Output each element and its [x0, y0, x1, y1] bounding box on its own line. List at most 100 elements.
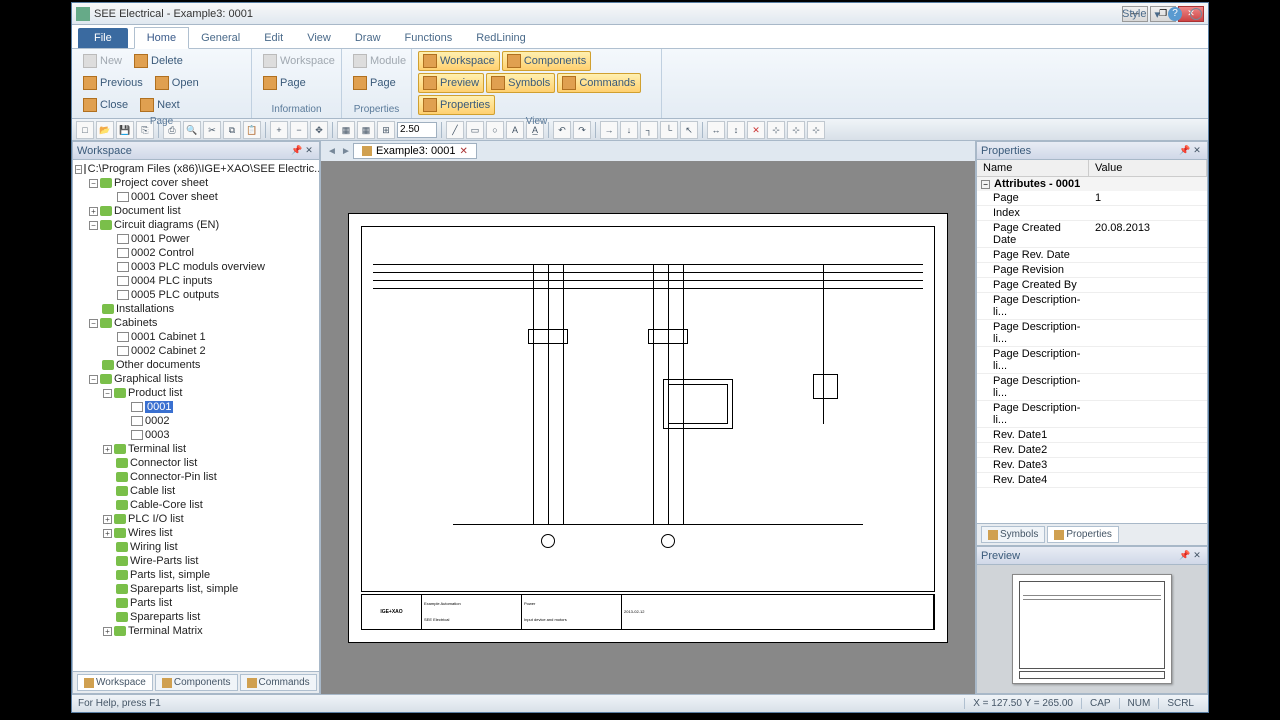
property-row[interactable]: Page Description-li... — [977, 320, 1207, 347]
tab-file[interactable]: File — [78, 28, 128, 48]
delete-button[interactable]: Delete — [129, 51, 188, 71]
close-icon[interactable]: ✕ — [1191, 550, 1203, 562]
expand-icon[interactable]: − — [89, 179, 98, 188]
tool-snap1[interactable]: ⊹ — [767, 121, 785, 139]
close-icon[interactable]: ✕ — [1191, 145, 1203, 157]
ws-tab-workspace[interactable]: Workspace — [77, 674, 153, 691]
ws-tab-components[interactable]: Components — [155, 674, 238, 691]
tool-dim2[interactable]: ↕ — [727, 121, 745, 139]
tool-grid2[interactable]: ▦ — [357, 121, 375, 139]
property-row[interactable]: Page Description-li... — [977, 347, 1207, 374]
tab-properties[interactable]: Properties — [1047, 526, 1119, 543]
close-icon[interactable]: ✕ — [303, 145, 315, 157]
property-row[interactable]: Rev. Date3 — [977, 458, 1207, 473]
tab-functions[interactable]: Functions — [393, 28, 465, 48]
properties-grid[interactable]: NameValue −Attributes - 0001 Page1IndexP… — [977, 160, 1207, 523]
property-row[interactable]: Page Description-li... — [977, 374, 1207, 401]
close-doc-icon[interactable]: ✕ — [460, 146, 468, 157]
view-components-button[interactable]: Components — [502, 51, 591, 71]
tool-snap2[interactable]: ⊹ — [787, 121, 805, 139]
page-props-button[interactable]: Page — [348, 73, 401, 93]
preview-thumbnail[interactable] — [1012, 574, 1172, 684]
expand-icon[interactable]: + — [89, 207, 98, 216]
workspace-icon — [84, 678, 94, 688]
expand-icon[interactable]: + — [103, 445, 112, 454]
properties-category[interactable]: −Attributes - 0001 — [977, 177, 1207, 191]
info-icon[interactable] — [1190, 8, 1202, 20]
tab-general[interactable]: General — [189, 28, 252, 48]
next-doc-icon[interactable]: ► — [339, 146, 353, 157]
properties-title: Properties — [981, 145, 1031, 157]
page-icon — [117, 234, 129, 244]
tab-draw[interactable]: Draw — [343, 28, 393, 48]
expand-icon[interactable]: − — [89, 221, 98, 230]
selected-item[interactable]: 0001 — [145, 401, 173, 413]
view-workspace-button[interactable]: Workspace — [418, 51, 500, 71]
page-icon — [117, 262, 129, 272]
expand-icon[interactable]: + — [103, 515, 112, 524]
property-row[interactable]: Rev. Date1 — [977, 428, 1207, 443]
previous-button[interactable]: Previous — [78, 73, 148, 93]
drawing-canvas[interactable]: IGE+XAO Example AutomationSEE Electrical… — [321, 161, 975, 694]
ws-tab-commands[interactable]: Commands — [240, 674, 317, 691]
tab-edit[interactable]: Edit — [252, 28, 295, 48]
pin-icon[interactable]: 📌 — [291, 145, 303, 157]
tool-del[interactable]: ✕ — [747, 121, 765, 139]
diamond-icon — [116, 584, 128, 594]
expand-icon[interactable]: − — [89, 319, 98, 328]
expand-icon[interactable]: + — [103, 529, 112, 538]
property-row[interactable]: Page Description-li... — [977, 401, 1207, 428]
property-row[interactable]: Index — [977, 206, 1207, 221]
property-row[interactable]: Page Rev. Date — [977, 248, 1207, 263]
property-row[interactable]: Rev. Date2 — [977, 443, 1207, 458]
help-icon[interactable]: ? — [1168, 7, 1182, 21]
tool-select[interactable]: ↖ — [680, 121, 698, 139]
view-properties-button[interactable]: Properties — [418, 95, 495, 115]
next-button[interactable]: Next — [135, 95, 185, 115]
diamond-icon — [100, 318, 112, 328]
property-row[interactable]: Page Created By — [977, 278, 1207, 293]
tool-snap3[interactable]: ⊹ — [807, 121, 825, 139]
new-button[interactable]: New — [78, 51, 127, 71]
property-row[interactable]: Page Revision — [977, 263, 1207, 278]
prev-doc-icon[interactable]: ◄ — [325, 146, 339, 157]
page-icon — [117, 192, 129, 202]
tab-home[interactable]: Home — [134, 27, 189, 49]
tab-view[interactable]: View — [295, 28, 343, 48]
tab-symbols[interactable]: Symbols — [981, 526, 1045, 543]
property-row[interactable]: Page Created Date20.08.2013 — [977, 221, 1207, 248]
tool-dim1[interactable]: ↔ — [707, 121, 725, 139]
view-preview-button[interactable]: Preview — [418, 73, 484, 93]
open-button[interactable]: Open — [150, 73, 204, 93]
view-commands-button[interactable]: Commands — [557, 73, 640, 93]
expand-icon[interactable]: − — [103, 389, 112, 398]
style-dropdown[interactable]: Style — [1122, 8, 1146, 20]
ribbon-tabs: File Home General Edit View Draw Functio… — [72, 25, 1208, 49]
page-info-button[interactable]: Page — [258, 73, 311, 93]
tool-zoomin[interactable]: + — [270, 121, 288, 139]
expand-icon[interactable]: − — [75, 165, 82, 174]
page-icon — [117, 332, 129, 342]
chevron-down-icon[interactable]: ▾ — [1154, 8, 1160, 21]
close-button[interactable]: Close — [78, 95, 133, 115]
expand-icon[interactable]: + — [103, 627, 112, 636]
tool-paste[interactable]: 📋 — [243, 121, 261, 139]
tool-wire4[interactable]: └ — [660, 121, 678, 139]
view-symbols-button[interactable]: Symbols — [486, 73, 555, 93]
pin-icon[interactable]: 📌 — [1179, 550, 1191, 562]
property-row[interactable]: Page Description-li... — [977, 293, 1207, 320]
module-button[interactable]: Module — [348, 51, 411, 71]
doc-tab[interactable]: Example3: 0001 ✕ — [353, 143, 477, 159]
tool-zoomout[interactable]: − — [290, 121, 308, 139]
pin-icon[interactable]: 📌 — [1179, 145, 1191, 157]
property-row[interactable]: Page1 — [977, 191, 1207, 206]
tool-grid1[interactable]: ▦ — [337, 121, 355, 139]
tool-grid3[interactable]: ⊞ — [377, 121, 395, 139]
property-row[interactable]: Rev. Date4 — [977, 473, 1207, 488]
expand-icon[interactable]: − — [89, 375, 98, 384]
tab-redlining[interactable]: RedLining — [464, 28, 538, 48]
diamond-icon — [116, 472, 128, 482]
workspace-tree[interactable]: −C:\Program Files (x86)\IGE+XAO\SEE Elec… — [73, 160, 319, 671]
tool-pan[interactable]: ✥ — [310, 121, 328, 139]
workspace-info-button[interactable]: Workspace — [258, 51, 340, 71]
